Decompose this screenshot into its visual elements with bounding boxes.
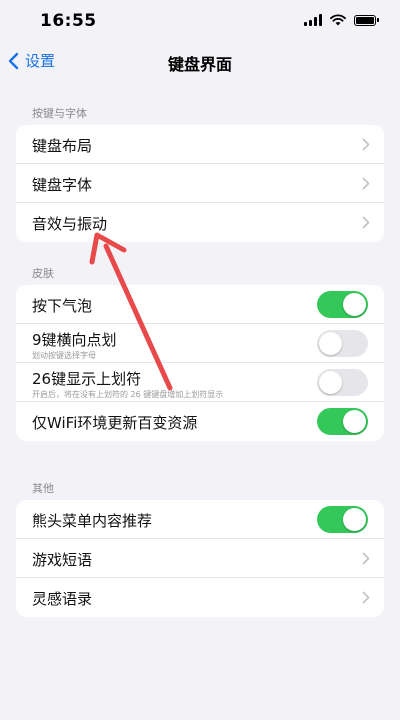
wifi-only-update-toggle[interactable] bbox=[317, 408, 368, 435]
status-time: 16:55 bbox=[40, 11, 97, 31]
row-sublabel: 开启后，将在没有上划符的 26 键键盘增加上划符显示 bbox=[32, 390, 224, 399]
toggle-knob bbox=[343, 293, 366, 316]
section-header-skin: 皮肤 bbox=[32, 267, 54, 280]
row-keyboard-font[interactable]: 键盘字体 bbox=[16, 164, 384, 203]
row-label: 灵感语录 bbox=[32, 590, 93, 608]
row-wifi-only-update: 仅WiFi环境更新百变资源 bbox=[16, 402, 384, 441]
row-label: 仅WiFi环境更新百变资源 bbox=[32, 414, 198, 432]
toggle-knob bbox=[343, 508, 366, 531]
9key-swipe-toggle[interactable] bbox=[317, 330, 368, 357]
row-label: 按下气泡 bbox=[32, 297, 93, 315]
row-bear-menu-recommend: 熊头菜单内容推荐 bbox=[16, 500, 384, 539]
group-other: 熊头菜单内容推荐 游戏短语 灵感语录 bbox=[16, 500, 384, 617]
row-label: 熊头菜单内容推荐 bbox=[32, 512, 153, 530]
chevron-right-icon bbox=[362, 138, 370, 151]
toggle-knob bbox=[343, 410, 366, 433]
nav-bar: 设置 键盘界面 bbox=[0, 44, 400, 80]
row-game-phrases[interactable]: 游戏短语 bbox=[16, 539, 384, 578]
row-label: 9键横向点划 bbox=[32, 331, 117, 349]
group-skin: 按下气泡 9键横向点划 划动按键选择字母 26键显示上划符 开启后，将在没有上划… bbox=[16, 285, 384, 441]
group-keys-fonts: 键盘布局 键盘字体 音效与振动 bbox=[16, 125, 384, 242]
chevron-right-icon bbox=[362, 591, 370, 604]
toggle-knob bbox=[319, 371, 342, 394]
row-press-bubble: 按下气泡 bbox=[16, 285, 384, 324]
chevron-right-icon bbox=[362, 216, 370, 229]
page-title: 键盘界面 bbox=[167, 55, 232, 74]
row-sound-vibration[interactable]: 音效与振动 bbox=[16, 203, 384, 242]
row-inspiration-quotes[interactable]: 灵感语录 bbox=[16, 578, 384, 617]
row-label: 键盘布局 bbox=[32, 137, 93, 155]
26key-upswipe-toggle[interactable] bbox=[317, 369, 368, 396]
row-keyboard-layout[interactable]: 键盘布局 bbox=[16, 125, 384, 164]
row-label: 26键显示上划符 bbox=[32, 370, 142, 388]
wifi-icon bbox=[330, 14, 346, 26]
row-label: 键盘字体 bbox=[32, 176, 93, 194]
section-header-keys-fonts: 按键与字体 bbox=[32, 107, 87, 120]
signal-icon bbox=[304, 14, 322, 26]
chevron-right-icon bbox=[362, 552, 370, 565]
row-sublabel: 划动按键选择字母 bbox=[32, 351, 96, 360]
section-header-other: 其他 bbox=[32, 482, 54, 495]
status-bar: 16:55 bbox=[0, 0, 400, 44]
status-icons bbox=[304, 14, 379, 26]
row-label: 音效与振动 bbox=[32, 215, 108, 233]
row-9key-swipe: 9键横向点划 划动按键选择字母 bbox=[16, 324, 384, 363]
battery-icon bbox=[354, 14, 379, 26]
row-26key-upswipe: 26键显示上划符 开启后，将在没有上划符的 26 键键盘增加上划符显示 bbox=[16, 363, 384, 402]
chevron-right-icon bbox=[362, 177, 370, 190]
toggle-knob bbox=[319, 332, 342, 355]
row-label: 游戏短语 bbox=[32, 551, 93, 569]
press-bubble-toggle[interactable] bbox=[317, 291, 368, 318]
bear-menu-recommend-toggle[interactable] bbox=[317, 506, 368, 533]
